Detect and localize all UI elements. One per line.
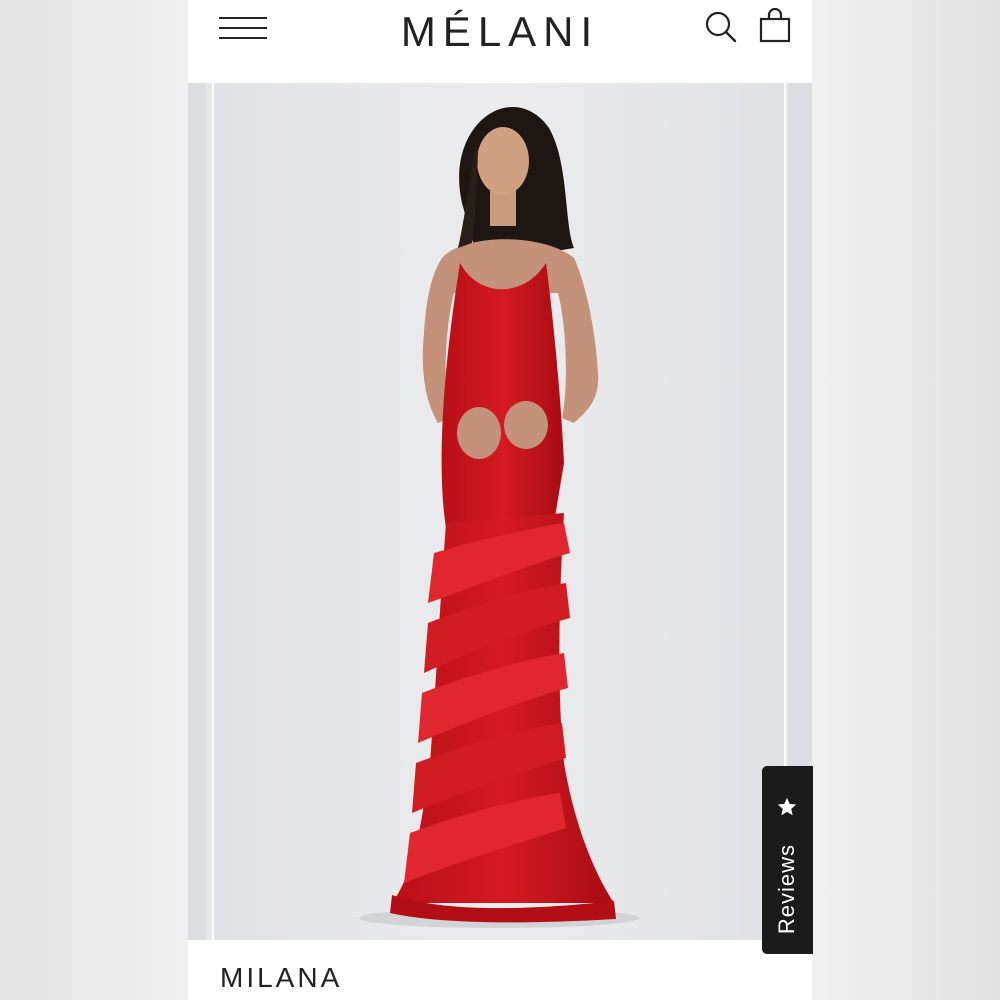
reviews-tab[interactable]: Reviews: [762, 766, 813, 954]
search-icon[interactable]: [704, 10, 738, 44]
model-in-dress-illustration: [214, 83, 784, 940]
shopping-bag-icon[interactable]: [758, 7, 792, 44]
previous-slide-edge[interactable]: [188, 83, 206, 940]
product-image-gallery[interactable]: [188, 83, 812, 940]
reviews-label: Reviews: [774, 843, 799, 935]
background-left: [0, 0, 188, 1000]
product-name: MILANA: [220, 962, 343, 993]
mobile-page: MÉLANI MILANA: [188, 0, 812, 1000]
background-right: [812, 0, 1000, 1000]
product-photo[interactable]: [212, 83, 786, 940]
site-header: MÉLANI: [188, 0, 812, 83]
star-icon: [776, 796, 798, 818]
